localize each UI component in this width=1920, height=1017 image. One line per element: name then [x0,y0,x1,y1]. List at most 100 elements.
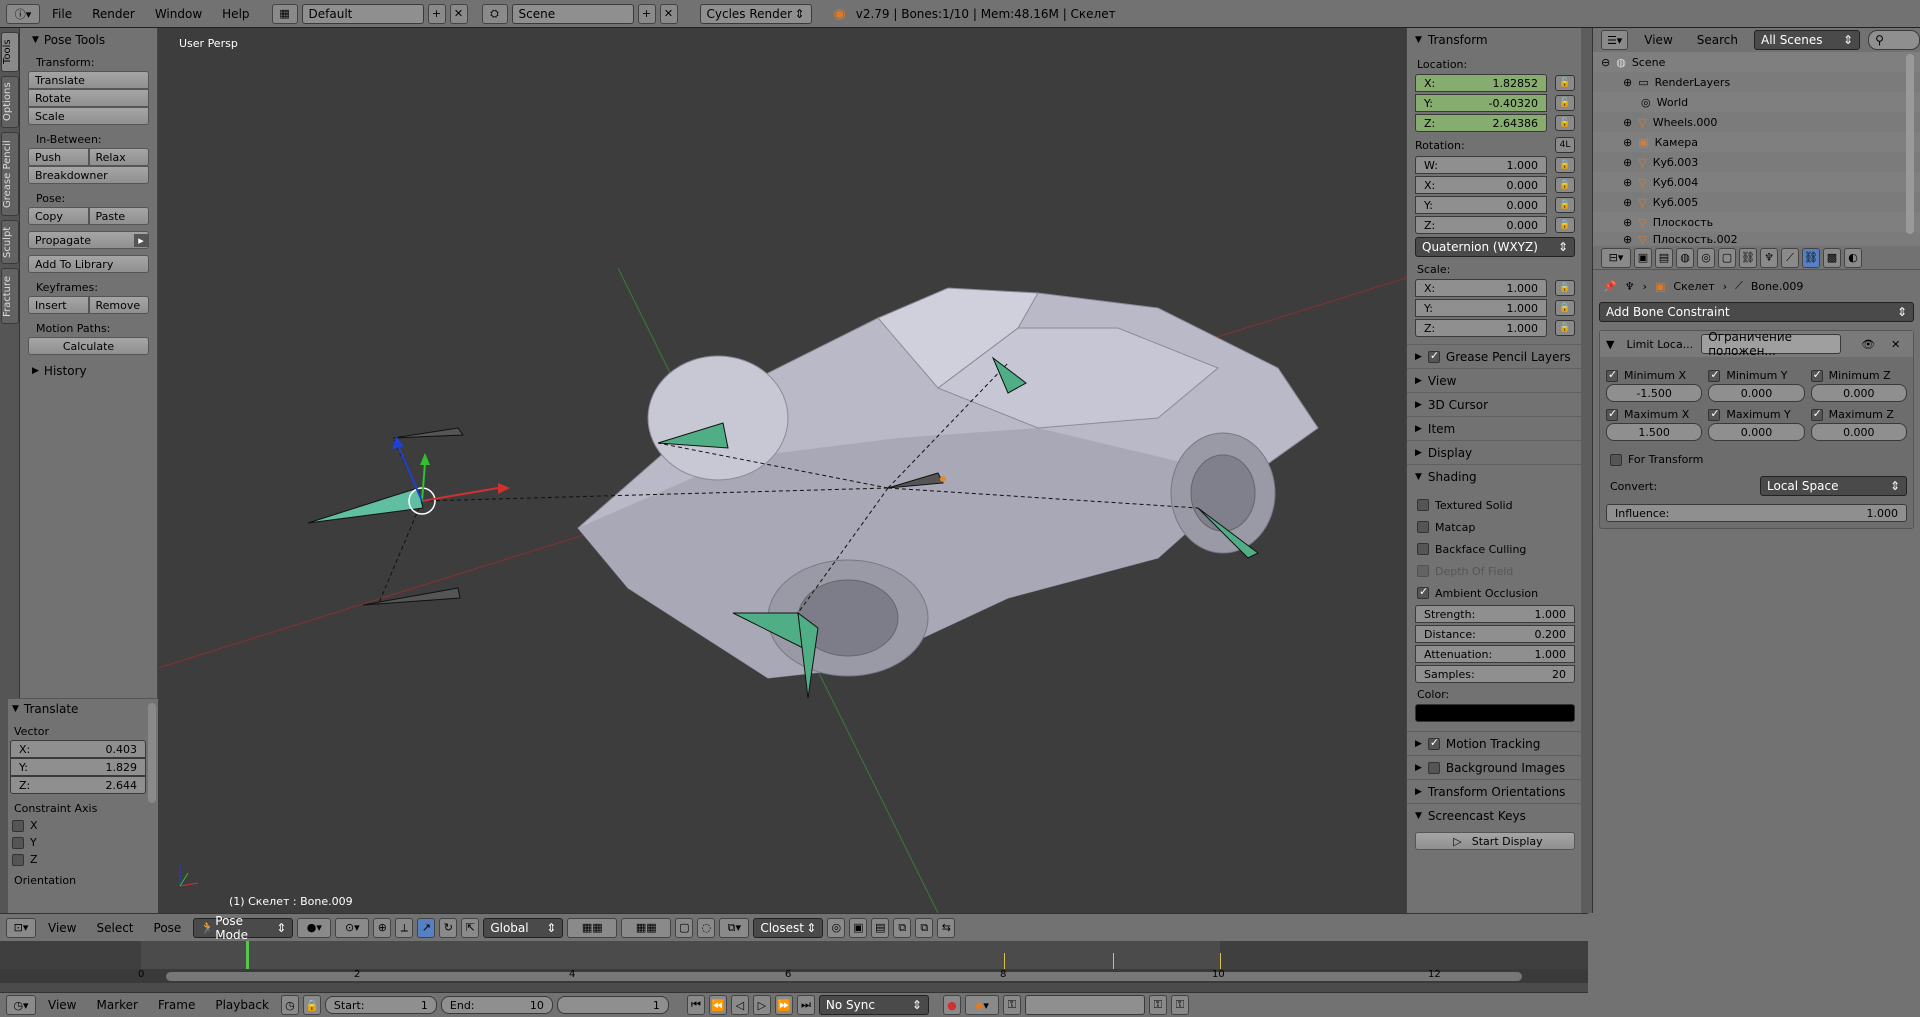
axis-z-toggle[interactable]: Z [8,851,158,868]
copy-button[interactable]: Copy [28,207,89,225]
gizmo-x-arrow-icon[interactable] [498,483,510,494]
minimum-y-field[interactable]: 0.000 [1708,384,1805,402]
vector-y-field[interactable]: Y: 1.829 [10,758,146,776]
current-frame-indicator[interactable] [246,941,249,969]
outliner-item-camera[interactable]: ⊕ ▣ Камера [1593,132,1920,152]
eye-icon[interactable]: 👁 [1861,338,1875,351]
panel-grease-pencil-layers[interactable]: ▶Grease Pencil Layers [1407,344,1581,368]
pivot-point-icon[interactable]: ⊙▾ [335,917,370,938]
snap-rotation-icon[interactable]: ◎ [827,917,846,938]
add-scene-icon[interactable]: + [637,3,656,24]
rotation-z-field[interactable]: Z: 0.000 [1415,216,1547,234]
minimum-x-field[interactable]: -1.500 [1606,384,1703,402]
keying-icon[interactable]: ◆ ▾ [964,995,999,1015]
panel-view[interactable]: ▶ View [1407,368,1581,392]
expand-icon[interactable]: ⊕ [1623,196,1632,209]
render-camera-icon[interactable]: ▣ [849,917,868,938]
3d-viewport[interactable]: User Persp (1) Скелет: Bone.009 [158,28,1406,913]
panel-pose-tools[interactable]: ▼ Pose Tools [20,30,157,50]
propagate-button[interactable]: Propagate ▸ [28,231,149,249]
proportional-edit-icon[interactable]: ◌ [697,917,716,938]
translate-button[interactable]: Translate [28,71,149,89]
timeline-frame-menu[interactable]: Frame [150,998,203,1012]
outliner-search-menu[interactable]: Search [1689,33,1746,47]
tab-tools[interactable]: Tools [1,32,19,72]
render-tab-icon[interactable]: ▣ [1634,247,1652,268]
ao-color-swatch[interactable] [1415,704,1575,722]
lock-icon[interactable]: 🔓 [1555,115,1575,131]
minimum-z-toggle[interactable]: Minimum Z [1810,367,1907,384]
outliner-search-input[interactable]: ⚲ [1868,30,1920,50]
keying-set-icon[interactable]: ⚿ [1002,995,1021,1015]
outliner-item-cube005[interactable]: ⊕ ▽ Куб.005 [1593,192,1920,212]
delete-keyframe-icon[interactable]: ⚿ [1170,995,1189,1015]
panel-transform-orientations[interactable]: ▶ Transform Orientations [1407,779,1581,803]
car-model[interactable] [577,287,1319,679]
timeline-scrollbar[interactable] [166,972,1522,981]
collapse-icon[interactable]: ⊖ [1601,56,1610,69]
texture-tab-icon[interactable]: ▩ [1823,247,1841,268]
insert-keyframe-button[interactable]: Insert [28,296,89,314]
axis-y-toggle[interactable]: Y [8,834,158,851]
menu-select[interactable]: Select [88,921,141,935]
timeline[interactable]: 0 2 4 6 8 10 12 [0,941,1588,992]
matcap-toggle[interactable]: Matcap [1407,516,1581,538]
checkbox[interactable] [12,836,24,849]
redo-title[interactable]: ▼ Translate [8,699,158,719]
menu-pose[interactable]: Pose [146,921,190,935]
rotation-y-field[interactable]: Y: 0.000 [1415,196,1547,214]
tab-grease-pencil[interactable]: Grease Pencil [1,132,19,216]
world-tab-icon[interactable]: ◎ [1697,247,1715,268]
menu-file[interactable]: File [44,7,80,21]
maximum-x-field[interactable]: 1.500 [1606,423,1703,441]
rotate-button[interactable]: Rotate [28,89,149,107]
keying-set-input[interactable] [1024,995,1145,1015]
rotation-4l-toggle[interactable]: 4L [1555,137,1575,153]
snap-target-select[interactable]: Closest ⇕ [753,917,824,938]
maximum-y-toggle[interactable]: Maximum Y [1708,406,1804,423]
panel-display[interactable]: ▶ Display [1407,440,1581,464]
manipulator-axes-icon[interactable]: ⟂ [395,917,414,938]
translate-manipulator-icon[interactable]: ↗ [417,917,436,938]
textured-solid-toggle[interactable]: Textured Solid [1407,494,1581,516]
panel-history[interactable]: ▶ History [20,361,157,381]
checkbox[interactable] [12,853,24,866]
close-icon[interactable]: ✕ [1891,338,1900,351]
paste-pose-icon[interactable]: ⧉ [915,917,934,938]
jump-start-icon[interactable]: ⏮ [686,995,705,1015]
outliner-item-cube004[interactable]: ⊕ ▽ Куб.004 [1593,172,1920,192]
lock-icon[interactable]: 🔒 [1555,320,1575,336]
lock-icon[interactable]: 🔒 [1555,217,1575,233]
lock-icon[interactable]: 🔒 [1555,157,1575,173]
region-divider[interactable] [1581,28,1592,913]
menu-help[interactable]: Help [214,7,257,21]
bone-selected[interactable] [307,487,424,524]
relax-button[interactable]: Relax [88,148,149,166]
remove-layout-icon[interactable]: ✕ [449,3,468,24]
for-transform-toggle[interactable]: For Transform [1600,451,1913,468]
start-frame-field[interactable]: Start: 1 [324,996,437,1014]
influence-slider[interactable]: Influence: 1.000 [1606,504,1907,522]
collapse-triangle-icon[interactable]: ▼ [1606,338,1614,351]
vector-x-field[interactable]: X: 0.403 [10,740,146,758]
start-display-button[interactable]: ▷ Start Display [1415,832,1575,850]
redo-scrollbar[interactable] [148,703,156,803]
scene-canvas[interactable] [158,28,1406,913]
scale-z-field[interactable]: Z: 1.000 [1415,319,1547,337]
tab-sculpt[interactable]: Sculpt [1,220,19,264]
expand-icon[interactable]: ⊕ [1623,216,1632,229]
manipulator-toggle-icon[interactable]: ⊕ [373,917,392,938]
info-editor-icon[interactable]: ⓘ▾ [6,3,40,24]
checkbox[interactable] [12,819,24,832]
rotation-x-field[interactable]: X: 0.000 [1415,176,1547,194]
interaction-mode-select[interactable]: 🏃 Pose Mode ⇕ [193,914,294,942]
push-button[interactable]: Push [28,148,89,166]
dof-toggle[interactable]: Depth Of Field [1407,560,1581,582]
bone-tab-icon[interactable]: ⟋ [1781,247,1799,268]
add-to-library-button[interactable]: Add To Library [28,255,149,273]
outliner-item-plane[interactable]: ⊕ ▽ Плоскость [1593,212,1920,232]
3d-view-editor-icon[interactable]: ⊡▾ [6,917,36,938]
scene-icon[interactable]: ⛭ [481,3,508,24]
axis-x-toggle[interactable]: X [8,817,158,834]
preview-range-icon[interactable]: ◷ [280,995,299,1015]
